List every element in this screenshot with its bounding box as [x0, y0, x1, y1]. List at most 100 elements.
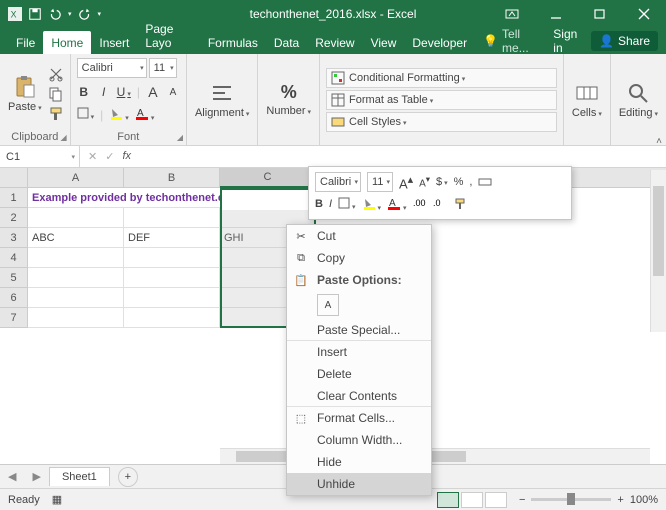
fx-icon[interactable]: fx: [122, 150, 131, 163]
grow-font-icon[interactable]: A: [146, 84, 160, 100]
qat-customize-icon[interactable]: ▾: [98, 10, 102, 18]
mini-borders-icon[interactable]: [338, 197, 356, 212]
cell[interactable]: [28, 268, 124, 288]
zoom-level[interactable]: 100%: [630, 494, 658, 506]
shrink-font-icon[interactable]: A: [166, 87, 180, 98]
row-header[interactable]: 6: [0, 288, 28, 308]
redo-icon[interactable]: [78, 7, 92, 21]
accept-formula-icon[interactable]: ✓: [105, 150, 114, 163]
ctx-delete[interactable]: Delete: [287, 363, 431, 385]
cut-icon[interactable]: [48, 66, 64, 82]
tab-view[interactable]: View: [363, 31, 405, 54]
normal-view-icon[interactable]: [437, 492, 459, 508]
collapse-ribbon-icon[interactable]: ˄: [656, 136, 662, 147]
clipboard-launcher-icon[interactable]: ◢: [61, 133, 67, 142]
format-painter-icon[interactable]: [48, 106, 64, 122]
col-header-c[interactable]: C: [220, 168, 316, 188]
tab-review[interactable]: Review: [307, 31, 362, 54]
col-header-b[interactable]: B: [124, 168, 220, 187]
row-header[interactable]: 1: [0, 188, 28, 208]
zoom-out-button[interactable]: −: [519, 494, 525, 506]
row-header[interactable]: 3: [0, 228, 28, 248]
paste-option-default[interactable]: A: [317, 294, 339, 316]
cell-a1[interactable]: Example provided by techonthenet.com: [28, 188, 316, 208]
mini-font-name[interactable]: Calibri: [315, 172, 361, 192]
new-sheet-button[interactable]: +: [118, 467, 138, 487]
mini-merge-icon[interactable]: [478, 175, 492, 189]
cell[interactable]: [124, 308, 220, 328]
select-all-corner[interactable]: [0, 168, 28, 187]
undo-icon[interactable]: [48, 7, 62, 21]
vertical-scrollbar[interactable]: [650, 170, 666, 332]
zoom-slider[interactable]: [531, 498, 611, 501]
ribbon-display-icon[interactable]: [490, 0, 534, 28]
share-button[interactable]: 👤Share: [591, 31, 658, 51]
mini-bold-button[interactable]: B: [315, 198, 323, 210]
minimize-icon[interactable]: [534, 0, 578, 28]
page-break-view-icon[interactable]: [485, 492, 507, 508]
mini-increase-decimal-icon[interactable]: .0: [433, 196, 447, 213]
ctx-format-cells[interactable]: ⬚Format Cells...: [287, 407, 431, 429]
editing-button[interactable]: Editing: [617, 79, 660, 121]
mini-decrease-decimal-icon[interactable]: .00: [413, 196, 427, 213]
tab-formulas[interactable]: Formulas: [200, 31, 266, 54]
ctx-clear-contents[interactable]: Clear Contents: [287, 385, 431, 407]
sheet-nav-next-icon[interactable]: ▶: [24, 470, 48, 483]
mini-font-size[interactable]: 11: [367, 172, 393, 192]
ctx-hide[interactable]: Hide: [287, 451, 431, 473]
mini-italic-button[interactable]: I: [329, 198, 332, 210]
conditional-formatting-button[interactable]: Conditional Formatting: [326, 68, 557, 88]
sheet-tab[interactable]: Sheet1: [49, 467, 110, 486]
mini-shrink-font-icon[interactable]: A▾: [419, 174, 430, 189]
sheet-nav-prev-icon[interactable]: ◀: [0, 470, 24, 483]
row-header[interactable]: 7: [0, 308, 28, 328]
ctx-cut[interactable]: ✂Cut: [287, 225, 431, 247]
page-layout-view-icon[interactable]: [461, 492, 483, 508]
row-header[interactable]: 5: [0, 268, 28, 288]
cancel-formula-icon[interactable]: ✕: [88, 150, 97, 163]
tell-me[interactable]: 💡Tell me...: [475, 28, 545, 54]
cell-a3[interactable]: ABC: [28, 228, 124, 248]
cell[interactable]: [28, 208, 124, 228]
font-color-icon[interactable]: A: [135, 106, 155, 123]
ctx-unhide[interactable]: Unhide: [287, 473, 431, 495]
mini-currency-icon[interactable]: $: [436, 176, 448, 188]
tab-data[interactable]: Data: [266, 31, 307, 54]
cell[interactable]: [124, 268, 220, 288]
row-header[interactable]: 4: [0, 248, 28, 268]
ctx-paste-special[interactable]: Paste Special...: [287, 319, 431, 341]
zoom-in-button[interactable]: +: [617, 494, 623, 506]
mini-comma-icon[interactable]: ,: [469, 176, 472, 188]
cells-button[interactable]: Cells: [570, 79, 604, 121]
mini-fill-color-icon[interactable]: [362, 196, 382, 213]
font-name-combo[interactable]: Calibri: [77, 58, 147, 78]
bold-button[interactable]: B: [77, 85, 91, 99]
tab-page-layout[interactable]: Page Layo: [137, 17, 199, 54]
tab-home[interactable]: Home: [43, 31, 91, 54]
cell[interactable]: [124, 288, 220, 308]
mini-font-color-icon[interactable]: A: [387, 196, 407, 213]
mini-percent-icon[interactable]: %: [454, 176, 464, 188]
tab-file[interactable]: File: [8, 31, 43, 54]
underline-button[interactable]: U: [117, 85, 131, 99]
cell[interactable]: [28, 288, 124, 308]
horizontal-scrollbar[interactable]: [220, 448, 650, 464]
cell[interactable]: [28, 308, 124, 328]
fill-color-icon[interactable]: [109, 106, 129, 123]
save-icon[interactable]: [28, 7, 42, 21]
format-as-table-button[interactable]: Format as Table: [326, 90, 557, 110]
borders-icon[interactable]: [77, 107, 95, 122]
ctx-column-width[interactable]: Column Width...: [287, 429, 431, 451]
tab-insert[interactable]: Insert: [91, 31, 137, 54]
name-box[interactable]: C1: [0, 146, 80, 167]
ctx-copy[interactable]: ⧉Copy: [287, 247, 431, 269]
copy-icon[interactable]: [48, 86, 64, 102]
ctx-insert[interactable]: Insert: [287, 341, 431, 363]
alignment-button[interactable]: Alignment: [193, 79, 251, 121]
maximize-icon[interactable]: [578, 0, 622, 28]
close-icon[interactable]: [622, 0, 666, 28]
row-header[interactable]: 2: [0, 208, 28, 228]
macro-record-icon[interactable]: ▦: [52, 493, 62, 506]
font-size-combo[interactable]: 11: [149, 58, 177, 78]
undo-dropdown-icon[interactable]: ▾: [68, 10, 72, 18]
